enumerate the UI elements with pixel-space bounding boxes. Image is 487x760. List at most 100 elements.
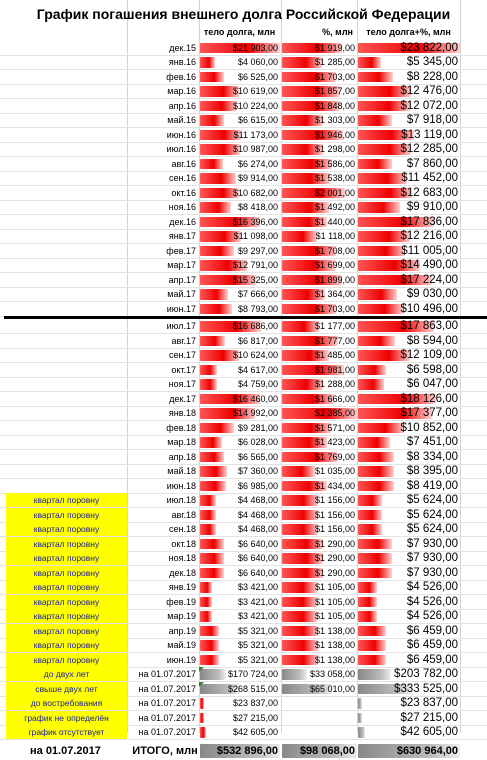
- total-cell[interactable]: $23 822,00: [357, 41, 460, 56]
- body-cell[interactable]: $4 468,00: [199, 508, 280, 523]
- row-label[interactable]: квартал поровну: [6, 595, 127, 610]
- date-cell[interactable]: янв.19: [127, 580, 198, 595]
- total-cell[interactable]: $12 476,00: [357, 84, 460, 99]
- total-cell[interactable]: $23 837,00: [357, 696, 460, 711]
- body-cell[interactable]: $10 987,00: [199, 142, 280, 157]
- pct-cell[interactable]: $1 981,00: [281, 363, 357, 378]
- body-cell[interactable]: $11 173,00: [199, 128, 280, 143]
- total-cell[interactable]: $8 594,00: [357, 334, 460, 349]
- total-cell[interactable]: $17 863,00: [357, 319, 460, 334]
- date-cell[interactable]: мар.18: [127, 435, 198, 450]
- pct-cell[interactable]: $1 946,00: [281, 128, 357, 143]
- pct-cell[interactable]: $1 769,00: [281, 450, 357, 465]
- total-cell[interactable]: $6 047,00: [357, 377, 460, 392]
- total-cell[interactable]: $42 605,00: [357, 725, 460, 740]
- date-cell[interactable]: июл.16: [127, 142, 198, 157]
- date-cell[interactable]: июн.17: [127, 302, 198, 317]
- date-cell[interactable]: мар.17: [127, 258, 198, 273]
- body-cell[interactable]: $10 619,00: [199, 84, 280, 99]
- row-label[interactable]: график не определён: [6, 711, 127, 726]
- date-cell[interactable]: окт.17: [127, 363, 198, 378]
- pct-cell[interactable]: $1 290,00: [281, 537, 357, 552]
- date-cell[interactable]: на 01.07.2017: [127, 696, 198, 711]
- date-cell[interactable]: на 01.07.2017: [127, 725, 198, 740]
- total-cell[interactable]: $14 490,00: [357, 258, 460, 273]
- header-pct[interactable]: %, млн: [281, 24, 357, 40]
- pct-cell[interactable]: $1 666,00: [281, 392, 357, 407]
- body-cell[interactable]: $3 421,00: [199, 595, 280, 610]
- date-cell[interactable]: сен.16: [127, 171, 198, 186]
- body-cell[interactable]: $3 421,00: [199, 580, 280, 595]
- total-cell[interactable]: $4 526,00: [357, 609, 460, 624]
- body-cell[interactable]: $5 321,00: [199, 624, 280, 639]
- total-date[interactable]: на 01.07.2017: [30, 742, 130, 760]
- body-cell[interactable]: $4 617,00: [199, 363, 280, 378]
- body-cell[interactable]: $6 525,00: [199, 70, 280, 85]
- total-cell[interactable]: $5 624,00: [357, 493, 460, 508]
- pct-cell[interactable]: $1 105,00: [281, 595, 357, 610]
- total-cell[interactable]: $630 964,00: [357, 742, 460, 760]
- total-cell[interactable]: $17 377,00: [357, 406, 460, 421]
- total-cell[interactable]: $8 419,00: [357, 479, 460, 494]
- total-cell[interactable]: $10 496,00: [357, 302, 460, 317]
- date-cell[interactable]: авг.18: [127, 508, 198, 523]
- total-cell[interactable]: $12 216,00: [357, 229, 460, 244]
- total-cell[interactable]: $8 395,00: [357, 464, 460, 479]
- body-cell[interactable]: $4 060,00: [199, 55, 280, 70]
- row-label[interactable]: квартал поровну: [6, 566, 127, 581]
- pct-cell[interactable]: $1 288,00: [281, 377, 357, 392]
- body-cell[interactable]: $4 468,00: [199, 522, 280, 537]
- total-cell[interactable]: $203 782,00: [357, 667, 460, 682]
- total-cell[interactable]: $27 215,00: [357, 711, 460, 726]
- date-cell[interactable]: фев.18: [127, 421, 198, 436]
- pct-cell[interactable]: $1 156,00: [281, 508, 357, 523]
- total-cell[interactable]: $12 285,00: [357, 142, 460, 157]
- body-cell[interactable]: $8 418,00: [199, 200, 280, 215]
- body-cell[interactable]: $7 360,00: [199, 464, 280, 479]
- pct-cell[interactable]: $1 298,00: [281, 142, 357, 157]
- pct-cell[interactable]: $1 364,00: [281, 287, 357, 302]
- total-cell[interactable]: $11 452,00: [357, 171, 460, 186]
- date-cell[interactable]: ноя.16: [127, 200, 198, 215]
- pct-cell[interactable]: $1 285,00: [281, 55, 357, 70]
- total-cell[interactable]: $12 072,00: [357, 99, 460, 114]
- date-cell[interactable]: дек.15: [127, 41, 198, 56]
- pct-cell[interactable]: $1 290,00: [281, 566, 357, 581]
- total-cell[interactable]: $5 345,00: [357, 55, 460, 70]
- body-cell[interactable]: $8 793,00: [199, 302, 280, 317]
- row-label[interactable]: квартал поровну: [6, 653, 127, 668]
- date-cell[interactable]: май.18: [127, 464, 198, 479]
- date-cell[interactable]: июл.17: [127, 319, 198, 334]
- body-cell[interactable]: $12 791,00: [199, 258, 280, 273]
- date-cell[interactable]: авг.17: [127, 334, 198, 349]
- body-cell[interactable]: $6 640,00: [199, 566, 280, 581]
- pct-cell[interactable]: $1 105,00: [281, 609, 357, 624]
- pct-cell[interactable]: $1 303,00: [281, 113, 357, 128]
- total-cell[interactable]: $17 836,00: [357, 215, 460, 230]
- pct-cell[interactable]: $1 138,00: [281, 624, 357, 639]
- body-cell[interactable]: $3 421,00: [199, 609, 280, 624]
- pct-cell[interactable]: $1 423,00: [281, 435, 357, 450]
- total-cell[interactable]: $18 126,00: [357, 392, 460, 407]
- total-cell[interactable]: $4 526,00: [357, 580, 460, 595]
- date-cell[interactable]: сен.18: [127, 522, 198, 537]
- body-cell[interactable]: $7 666,00: [199, 287, 280, 302]
- pct-cell[interactable]: $1 571,00: [281, 421, 357, 436]
- total-cell[interactable]: $5 624,00: [357, 522, 460, 537]
- pct-cell[interactable]: [281, 696, 357, 711]
- pct-cell[interactable]: $1 156,00: [281, 522, 357, 537]
- body-cell[interactable]: $5 321,00: [199, 638, 280, 653]
- total-cell[interactable]: $6 598,00: [357, 363, 460, 378]
- row-label[interactable]: квартал поровну: [6, 638, 127, 653]
- pct-cell[interactable]: $1 492,00: [281, 200, 357, 215]
- date-cell[interactable]: на 01.07.2017: [127, 682, 198, 697]
- date-cell[interactable]: май.16: [127, 113, 198, 128]
- pct-cell[interactable]: $1 848,00: [281, 99, 357, 114]
- row-label[interactable]: квартал поровну: [6, 580, 127, 595]
- total-cell[interactable]: $6 459,00: [357, 624, 460, 639]
- row-label[interactable]: квартал поровну: [6, 551, 127, 566]
- pct-cell[interactable]: $1 485,00: [281, 348, 357, 363]
- pct-cell[interactable]: $1 138,00: [281, 653, 357, 668]
- date-cell[interactable]: на 01.07.2017: [127, 711, 198, 726]
- header-body[interactable]: тело долга, млн: [199, 24, 280, 40]
